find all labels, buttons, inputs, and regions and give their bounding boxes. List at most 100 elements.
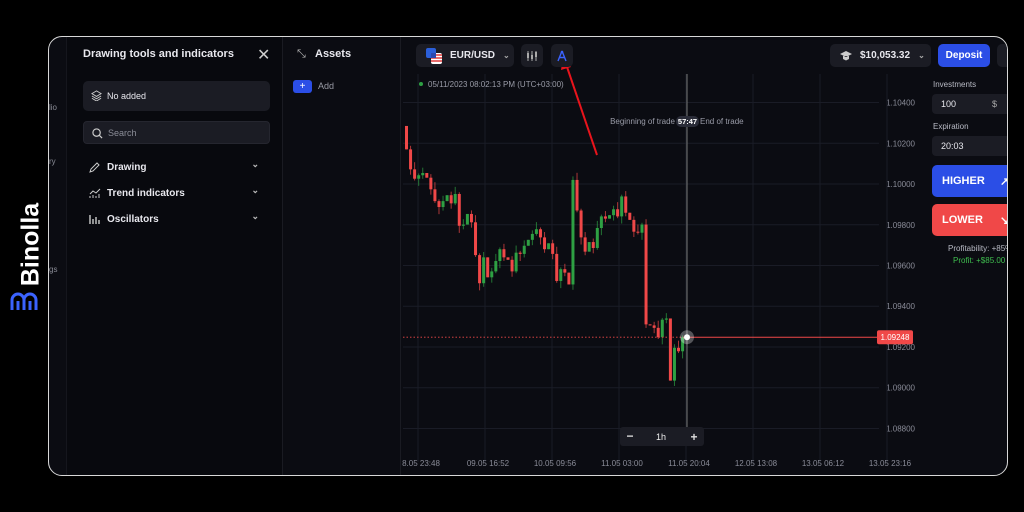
higher-button[interactable]: HIGHER ↗ — [932, 165, 1007, 197]
asset-selector[interactable]: EUR/USD ⌄ — [416, 44, 514, 67]
candle-body — [465, 213, 469, 225]
candle-body — [486, 257, 490, 278]
x-tick-label: 13.05 06:12 — [802, 459, 845, 468]
live-dot-icon — [419, 82, 423, 86]
end-of-trade-label: End of trade — [700, 117, 744, 126]
candle-body — [482, 257, 486, 284]
y-tick-label: 1.09800 — [886, 221, 915, 230]
candle-body — [555, 253, 559, 281]
x-tick-label: 10.05 09:56 — [534, 459, 577, 468]
compass-icon — [557, 50, 567, 61]
higher-label: HIGHER — [942, 175, 985, 187]
chart-type-button[interactable] — [521, 44, 543, 67]
expiration-label: Expiration — [933, 122, 969, 131]
candle-body — [518, 252, 522, 254]
balance-value: $10,053.32 — [860, 50, 911, 61]
candle-body — [644, 224, 648, 325]
candle-body — [494, 261, 498, 272]
candle-body — [405, 125, 408, 150]
annotation-arrow — [565, 63, 598, 156]
balance-selector[interactable]: $10,053.32 ⌄ — [830, 44, 931, 67]
candle-body — [457, 193, 461, 226]
candle-body — [522, 245, 526, 254]
candle-body — [514, 252, 518, 272]
candle-body — [656, 327, 660, 338]
candle-body — [478, 255, 482, 284]
lower-button[interactable]: LOWER ↘ — [932, 204, 1007, 236]
app-window: lio ry gs Drawing tools and indicators ✕… — [48, 36, 1008, 476]
x-tick-label: 8.05 23:48 — [402, 459, 440, 468]
candles-icon — [527, 50, 537, 61]
profitability-text: Profitability: +85% — [948, 244, 1008, 253]
candle-body — [441, 201, 445, 208]
candle-body — [583, 237, 587, 252]
candle-body — [603, 216, 607, 219]
candle-body — [413, 169, 417, 179]
candle-body — [469, 213, 473, 223]
candle-body — [437, 201, 441, 208]
chevron-down-icon: ⌄ — [503, 51, 510, 60]
candle-body — [538, 229, 542, 238]
candle-body — [628, 212, 632, 220]
candle-body — [664, 318, 668, 320]
candle-body — [636, 231, 640, 233]
y-tick-label: 1.09200 — [886, 343, 915, 352]
brand: Binolla — [6, 190, 46, 320]
candle-body — [672, 347, 676, 381]
currency-symbol: $ — [992, 99, 998, 109]
candle-body — [559, 269, 563, 281]
expiration-input[interactable]: 20:03 — [932, 136, 1007, 156]
x-tick-label: 12.05 13:08 — [735, 459, 778, 468]
candle-body — [652, 325, 656, 328]
candle-body — [506, 257, 510, 260]
brand-name: Binolla — [16, 202, 45, 287]
price-chart[interactable]: 1.10400 1.10200 1.10000 1.09800 1.09600 1.094… — [49, 37, 1008, 476]
timeframe-value: 1h — [656, 432, 666, 442]
zoom-out-button[interactable]: − — [626, 429, 633, 443]
candle-body — [595, 228, 599, 248]
investment-input[interactable]: 100 $ — [932, 94, 1007, 114]
candle-body — [502, 249, 506, 258]
candle-body — [461, 224, 465, 226]
candle-body — [417, 175, 421, 179]
candle-body — [571, 179, 575, 285]
candle-body — [648, 324, 652, 326]
candle-body — [453, 193, 457, 204]
brand-logo-icon — [10, 292, 38, 310]
candle-body — [599, 216, 603, 229]
drawing-tools-button[interactable] — [551, 44, 573, 67]
candle-body — [421, 173, 425, 176]
y-tick-label: 1.09400 — [886, 302, 915, 311]
trade-timer: 57:47 — [678, 117, 697, 126]
beginning-of-trade-label: Beginning of trade — [610, 117, 675, 126]
candle-body — [530, 233, 534, 240]
candle-body — [510, 259, 514, 272]
expiration-value: 20:03 — [941, 141, 964, 151]
y-tick-label: 1.10400 — [886, 99, 915, 108]
candle-body — [445, 195, 449, 202]
candle-body — [677, 347, 681, 352]
x-tick-label: 11.05 20:04 — [668, 459, 710, 468]
candle-body — [563, 269, 567, 273]
candle-body — [660, 319, 664, 338]
graduation-cap-icon — [840, 50, 852, 60]
candle-body — [575, 179, 579, 211]
trade-panel: Investments 100 $ Expiration 20:03 HIGHER… — [921, 37, 1008, 475]
candle-body — [543, 237, 547, 250]
candle-body — [551, 243, 555, 254]
investments-label: Investments — [933, 80, 977, 89]
profit-text: Profit: +$85.00 — [953, 256, 1006, 265]
candle-body — [425, 173, 429, 178]
candle-body — [409, 149, 413, 170]
y-tick-label: 1.09600 — [886, 262, 915, 271]
y-tick-label: 1.10000 — [886, 180, 915, 189]
candle-body — [612, 209, 616, 216]
y-tick-label: 1.10200 — [886, 139, 915, 148]
candle-body — [429, 177, 433, 190]
candle-body — [632, 219, 636, 232]
zoom-in-button[interactable]: + — [690, 430, 697, 444]
candle-body — [591, 242, 595, 248]
candle-body — [620, 196, 624, 217]
candle-body — [587, 242, 591, 252]
timeframe-control: − 1h + — [620, 427, 704, 446]
